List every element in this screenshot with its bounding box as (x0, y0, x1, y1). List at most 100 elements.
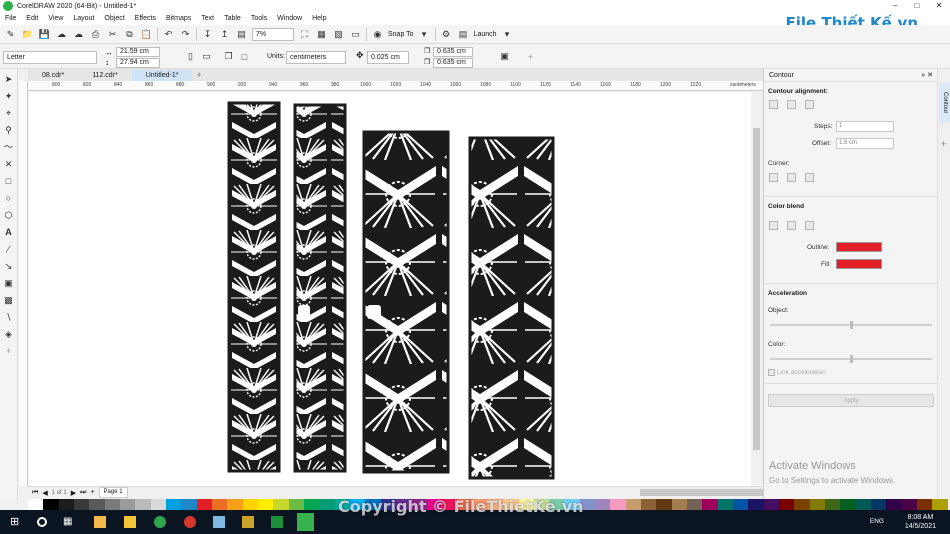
add-page-icon[interactable]: + (90, 489, 94, 496)
artistic-media-icon[interactable]: ✕ (3, 158, 15, 171)
palette-swatch[interactable] (610, 499, 626, 510)
treat-as-filled-icon[interactable]: ▣ (498, 50, 511, 63)
maximize-icon[interactable]: □ (906, 0, 928, 12)
palette-swatch[interactable] (73, 499, 90, 510)
file-explorer-icon[interactable] (124, 516, 136, 528)
duplicate-y-field[interactable]: 0.635 cm (433, 58, 473, 68)
store-icon[interactable] (94, 516, 106, 528)
palette-swatch[interactable] (43, 499, 59, 510)
decor-panel-1[interactable] (227, 101, 281, 473)
transparency-tool-icon[interactable]: ▩ (3, 294, 15, 307)
first-page-icon[interactable]: ⏮ (32, 489, 38, 497)
slider-thumb[interactable] (850, 321, 853, 329)
side-tab-contour[interactable]: Contour (939, 83, 950, 123)
gear-icon[interactable]: ⚙ (440, 28, 453, 41)
close-icon[interactable]: ✕ (928, 0, 950, 12)
inside-contour-icon[interactable] (769, 100, 778, 109)
add-docker-icon[interactable]: + (941, 139, 946, 149)
offset-field[interactable]: 1.5 cm (836, 138, 894, 149)
palette-swatch[interactable] (165, 499, 182, 510)
clockwise-blend-icon[interactable] (787, 221, 796, 230)
import-icon[interactable]: ↧ (201, 28, 214, 41)
menu-help[interactable]: Help (312, 15, 326, 22)
portrait-icon[interactable]: ▯ (184, 50, 197, 63)
palette-swatch[interactable] (104, 499, 120, 510)
browser-icon[interactable] (184, 516, 196, 528)
palette-swatch[interactable] (242, 499, 258, 510)
drop-shadow-icon[interactable]: ▣ (3, 277, 15, 290)
palette-swatch[interactable] (257, 499, 274, 510)
palette-swatch[interactable] (89, 499, 105, 510)
copy-icon[interactable]: ⧉ (123, 28, 136, 41)
palette-swatch[interactable] (733, 499, 749, 510)
windows-start-icon[interactable]: ⊞ (10, 516, 22, 528)
outside-contour-icon[interactable] (787, 100, 796, 109)
units-select[interactable]: centimeters (286, 51, 346, 64)
shape-tool-icon[interactable]: ✦ (3, 90, 15, 103)
next-page-icon[interactable]: ▶ (71, 489, 76, 497)
wireframe-icon[interactable]: ▦ (315, 28, 328, 41)
palette-swatch[interactable] (871, 499, 887, 510)
palette-swatch[interactable] (119, 499, 136, 510)
palette-swatch[interactable] (58, 499, 74, 510)
outline-color-swatch[interactable] (836, 242, 882, 252)
palette-swatch[interactable] (28, 499, 44, 510)
menu-window[interactable]: Window (277, 15, 302, 22)
search-icon[interactable] (37, 517, 47, 527)
decor-panel-3[interactable] (362, 130, 450, 474)
palette-swatch[interactable] (150, 499, 166, 510)
app-icon-3[interactable] (271, 516, 283, 528)
decor-panel-2[interactable] (293, 103, 347, 473)
to-center-icon[interactable] (805, 100, 814, 109)
interactive-fill-icon[interactable]: ◈ (3, 328, 15, 341)
vertical-ruler[interactable] (19, 81, 28, 486)
page-width-field[interactable]: 21.59 cm (116, 47, 160, 57)
palette-swatch[interactable] (779, 499, 795, 510)
palette-swatch[interactable] (595, 499, 611, 510)
prev-page-icon[interactable]: ◀ (42, 489, 47, 497)
paste-icon[interactable]: 📋 (140, 28, 153, 41)
palette-swatch[interactable] (227, 499, 243, 510)
palette-swatch[interactable] (211, 499, 228, 510)
palette-swatch[interactable] (625, 499, 642, 510)
mitered-corner-icon[interactable] (769, 173, 778, 182)
palette-swatch[interactable] (717, 499, 734, 510)
duplicate-x-field[interactable]: 0.635 cm (433, 47, 473, 57)
chevron-down-icon[interactable]: ▾ (501, 28, 514, 41)
apply-button[interactable]: Apply (768, 394, 934, 407)
palette-swatch[interactable] (135, 499, 151, 510)
cut-icon[interactable]: ✂ (106, 28, 119, 41)
palette-swatch[interactable] (901, 499, 918, 510)
palette-swatch[interactable] (656, 499, 672, 510)
palette-swatch[interactable] (687, 499, 703, 510)
palette-swatch[interactable] (886, 499, 902, 510)
launch-icon[interactable]: ▤ (457, 28, 470, 41)
docker-close-icon[interactable]: » ✕ (921, 71, 933, 79)
last-page-icon[interactable]: ⏭ (80, 489, 86, 497)
palette-swatch[interactable] (917, 499, 933, 510)
chevron-down-icon[interactable]: ▾ (418, 28, 431, 41)
landscape-icon[interactable]: ▭ (200, 50, 213, 63)
palette-swatch[interactable] (273, 499, 289, 510)
palette-swatch[interactable] (809, 499, 826, 510)
chrome-icon[interactable] (154, 516, 166, 528)
add-tool-icon[interactable]: + (3, 345, 15, 358)
coreldraw-taskbar-icon[interactable] (297, 513, 314, 531)
menu-view[interactable]: View (48, 15, 63, 22)
all-pages-icon[interactable]: ❐ (222, 50, 235, 63)
palette-swatch[interactable] (196, 499, 212, 510)
menu-file[interactable]: File (5, 15, 16, 22)
menu-edit[interactable]: Edit (26, 15, 38, 22)
linear-blend-icon[interactable] (769, 221, 778, 230)
parallel-dimension-icon[interactable]: ∕ (3, 243, 15, 256)
link-acceleration-checkbox[interactable] (768, 369, 775, 376)
palette-swatch[interactable] (288, 499, 304, 510)
snap-to-dropdown[interactable]: Snap To (388, 31, 414, 38)
steps-field[interactable]: 1 (836, 121, 894, 132)
print-icon[interactable]: ⎙ (89, 28, 102, 41)
menu-table[interactable]: Table (224, 15, 241, 22)
page-size-select[interactable]: Letter (3, 51, 97, 64)
counterclockwise-blend-icon[interactable] (805, 221, 814, 230)
open-folder-icon[interactable]: 📁 (21, 28, 34, 41)
menu-text[interactable]: Text (201, 15, 214, 22)
